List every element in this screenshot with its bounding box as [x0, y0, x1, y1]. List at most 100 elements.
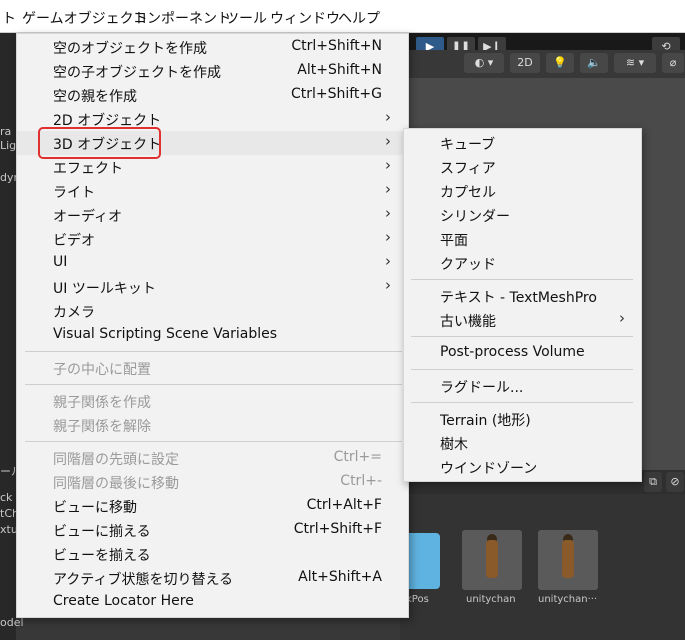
menu-gameobject[interactable]: ゲームオブジェクト — [22, 8, 148, 28]
scene-toolbar: ◐ ▾ 2D 💡 🔈 ≋ ▾ ⌀ — [400, 50, 685, 76]
menu-item-audio[interactable]: オーディオ › — [17, 203, 407, 227]
menu-item-camera[interactable]: カメラ — [17, 299, 407, 323]
submenu-item-plane[interactable]: 平面 — [404, 227, 640, 251]
menu-item-label: 同階層の最後に移動 — [53, 476, 179, 492]
menu-item-set-first-sibling[interactable]: 同階層の先頭に設定 Ctrl+= — [17, 446, 407, 470]
menu-item-label: 樹木 — [440, 437, 468, 453]
menu-item-label: Post-process Volume — [440, 344, 585, 360]
menu-separator — [411, 279, 633, 280]
chevron-right-icon: › — [385, 132, 391, 150]
menu-item-label: 空のオブジェクトを作成 — [53, 41, 207, 57]
submenu-item-quad[interactable]: クアッド — [404, 251, 640, 275]
menu-item-label: Create Locator Here — [53, 593, 194, 609]
chevron-right-icon: › — [385, 228, 391, 246]
menu-item-label: ビューを揃える — [53, 548, 151, 564]
shading-mode-icon[interactable]: ◐ ▾ — [464, 53, 504, 73]
submenu-item-wind-zone[interactable]: ウインドゾーン — [404, 455, 640, 479]
menu-item-shortcut: Ctrl+Alt+F — [306, 497, 382, 513]
menu-item-ui-toolkit[interactable]: UI ツールキット › — [17, 275, 407, 299]
asset-thumbnail[interactable] — [462, 530, 522, 590]
menu-component[interactable]: コンポーネント — [133, 8, 231, 28]
menu-item-visual-scripting[interactable]: Visual Scripting Scene Variables — [17, 323, 407, 347]
menu-item-clear-parent[interactable]: 親子関係を解除 — [17, 413, 407, 437]
filter-icon[interactable]: ⊘ — [666, 472, 684, 492]
chevron-right-icon: › — [385, 156, 391, 174]
menu-item-toggle-active[interactable]: アクティブ状態を切り替える Alt+Shift+A — [17, 566, 407, 590]
submenu-item-capsule[interactable]: カプセル — [404, 179, 640, 203]
submenu-item-text-meshpro[interactable]: テキスト - TextMeshPro — [404, 284, 640, 308]
menu-item-label: スフィア — [440, 161, 496, 177]
menu-item-label: ビューに揃える — [53, 524, 151, 540]
menu-item-label: UI — [53, 254, 68, 270]
chevron-right-icon: › — [385, 108, 391, 126]
audio-icon[interactable]: 🔈 — [580, 53, 608, 73]
menu-separator — [411, 369, 633, 370]
menu-item-ui[interactable]: UI › — [17, 251, 407, 275]
submenu-item-cylinder[interactable]: シリンダー — [404, 203, 640, 227]
toggle-2d-button[interactable]: 2D — [510, 53, 540, 73]
menu-item-label: ウインドゾーン — [440, 461, 538, 477]
menu-item-shortcut: Ctrl+Shift+G — [290, 86, 382, 102]
chevron-right-icon: › — [619, 309, 625, 327]
menu-item-label: 空の親を作成 — [53, 89, 137, 105]
menu-item-label: アクティブ状態を切り替える — [53, 572, 234, 588]
menu-item-label: 同階層の先頭に設定 — [53, 452, 179, 468]
layout-icon[interactable]: ⧉ — [644, 472, 662, 492]
menu-item-make-parent[interactable]: 親子関係を作成 — [17, 389, 407, 413]
hierarchy-panel-edge: ra Lig dyn ール ck tCh xtu odel — [0, 33, 24, 640]
visibility-icon[interactable]: ⌀ — [662, 53, 684, 73]
menu-separator — [25, 441, 402, 442]
menu-item-center-on-children[interactable]: 子の中心に配置 — [17, 356, 407, 380]
menu-separator — [25, 351, 402, 352]
highlight-annotation — [38, 127, 161, 159]
menu-separator — [25, 384, 402, 385]
menu-item-create-empty-child[interactable]: 空の子オブジェクトを作成 Alt+Shift+N — [17, 59, 407, 83]
chevron-right-icon: › — [385, 180, 391, 198]
menu-item-label: 親子関係を作成 — [53, 395, 151, 411]
effects-icon[interactable]: ≋ ▾ — [614, 53, 656, 73]
menu-item-label: 古い機能 — [440, 314, 496, 330]
menu-item-label: エフェクト — [53, 161, 123, 177]
menu-item-label: オーディオ — [53, 209, 123, 225]
menu-help[interactable]: ヘルプ — [338, 8, 380, 28]
menu-item-create-empty-parent[interactable]: 空の親を作成 Ctrl+Shift+G — [17, 83, 407, 107]
menu-item-shortcut: Alt+Shift+N — [297, 62, 382, 78]
asset-label: unitychan — [466, 594, 516, 605]
panel-text: Lig — [0, 139, 17, 152]
menu-item-align-with-view[interactable]: ビューに揃える Ctrl+Shift+F — [17, 518, 407, 542]
menu-item-label: 空の子オブジェクトを作成 — [53, 65, 221, 81]
menu-item-shortcut: Ctrl+- — [340, 473, 382, 489]
menu-item-create-locator[interactable]: Create Locator Here — [17, 590, 407, 614]
menu-item-set-last-sibling[interactable]: 同階層の最後に移動 Ctrl+- — [17, 470, 407, 494]
menu-item-label: Visual Scripting Scene Variables — [53, 326, 278, 342]
menu-tools[interactable]: ツール — [225, 8, 267, 28]
menu-window[interactable]: ウィンドウ — [270, 8, 340, 28]
menu-item-label: シリンダー — [440, 209, 510, 225]
submenu-item-legacy[interactable]: 古い機能 › — [404, 308, 640, 332]
submenu-item-post-process-volume[interactable]: Post-process Volume — [404, 341, 640, 365]
prefab-cube-icon[interactable] — [404, 533, 440, 589]
asset-thumbnail[interactable] — [538, 530, 598, 590]
menu-edit-partial[interactable]: ト — [2, 8, 16, 28]
menu-item-shortcut: Ctrl+= — [333, 449, 382, 465]
menu-item-light[interactable]: ライト › — [17, 179, 407, 203]
lighting-icon[interactable]: 💡 — [546, 53, 574, 73]
menu-item-label: カメラ — [53, 305, 95, 321]
menu-item-move-to-view[interactable]: ビューに移動 Ctrl+Alt+F — [17, 494, 407, 518]
menu-item-video[interactable]: ビデオ › — [17, 227, 407, 251]
menu-item-label: 子の中心に配置 — [53, 362, 151, 378]
panel-text: ra — [0, 125, 12, 138]
menu-item-shortcut: Ctrl+Shift+N — [291, 38, 382, 54]
menu-item-align-view-to-selected[interactable]: ビューを揃える — [17, 542, 407, 566]
submenu-item-cube[interactable]: キューブ — [404, 131, 640, 155]
menu-item-create-empty[interactable]: 空のオブジェクトを作成 Ctrl+Shift+N — [17, 35, 407, 59]
chevron-right-icon: › — [385, 252, 391, 270]
menu-item-label: ビューに移動 — [53, 500, 137, 516]
asset-label: kPos — [406, 594, 429, 605]
submenu-item-sphere[interactable]: スフィア — [404, 155, 640, 179]
submenu-item-ragdoll[interactable]: ラグドール... — [404, 374, 640, 398]
submenu-item-tree[interactable]: 樹木 — [404, 431, 640, 455]
submenu-item-terrain[interactable]: Terrain (地形) — [404, 407, 640, 431]
menu-item-label: テキスト - TextMeshPro — [440, 290, 597, 306]
menu-item-label: クアッド — [440, 257, 496, 273]
